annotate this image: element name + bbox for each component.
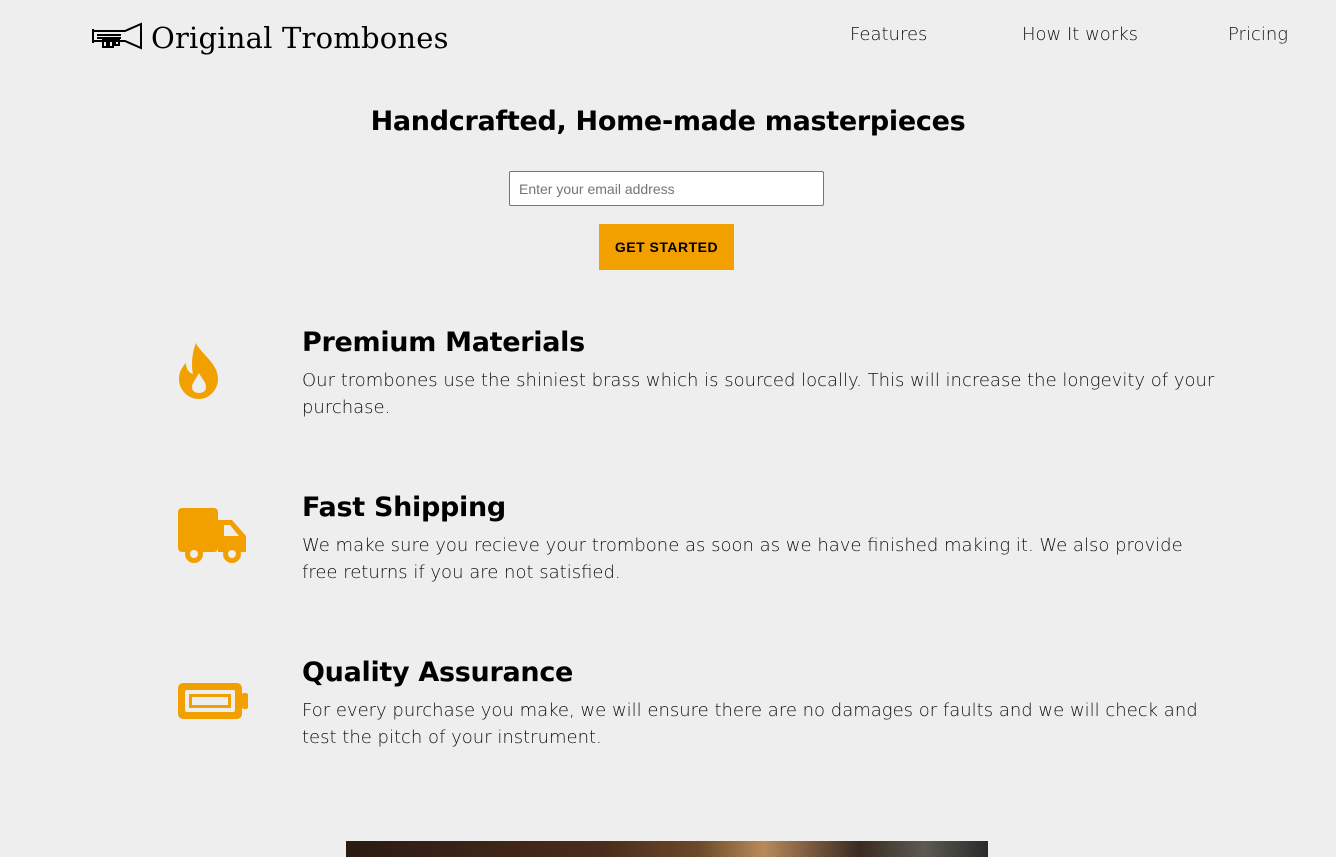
truck-icon xyxy=(178,508,248,564)
nav-link-features[interactable]: Features xyxy=(850,24,927,45)
logo-text: Original Trombones xyxy=(151,21,449,55)
battery-icon xyxy=(178,683,248,719)
feature-item: Fast Shipping We make sure you recieve y… xyxy=(0,492,1336,602)
feature-item: Premium Materials Our trombones use the … xyxy=(0,327,1336,437)
hero-title: Handcrafted, Home-made masterpieces xyxy=(370,106,966,137)
trombone-icon xyxy=(91,21,143,55)
feature-title: Fast Shipping xyxy=(302,492,506,523)
email-input[interactable] xyxy=(509,171,824,206)
nav-link-how-it-works[interactable]: How It works xyxy=(1022,24,1138,45)
feature-description: For every purchase you make, we will ens… xyxy=(302,700,1198,748)
get-started-button[interactable]: GET STARTED xyxy=(599,224,734,270)
site-header: Original Trombones Features How It works… xyxy=(0,0,1336,74)
feature-title: Quality Assurance xyxy=(302,657,574,688)
feature-description: Our trombones use the shiniest brass whi… xyxy=(302,370,1215,418)
trombone-player-video[interactable] xyxy=(346,841,988,857)
feature-title: Premium Materials xyxy=(302,327,585,358)
logo[interactable]: Original Trombones xyxy=(91,18,449,58)
nav-link-pricing[interactable]: Pricing xyxy=(1228,24,1288,45)
fire-icon xyxy=(178,343,220,399)
feature-description: We make sure you recieve your trombone a… xyxy=(302,535,1183,583)
feature-item: Quality Assurance For every purchase you… xyxy=(0,657,1336,767)
